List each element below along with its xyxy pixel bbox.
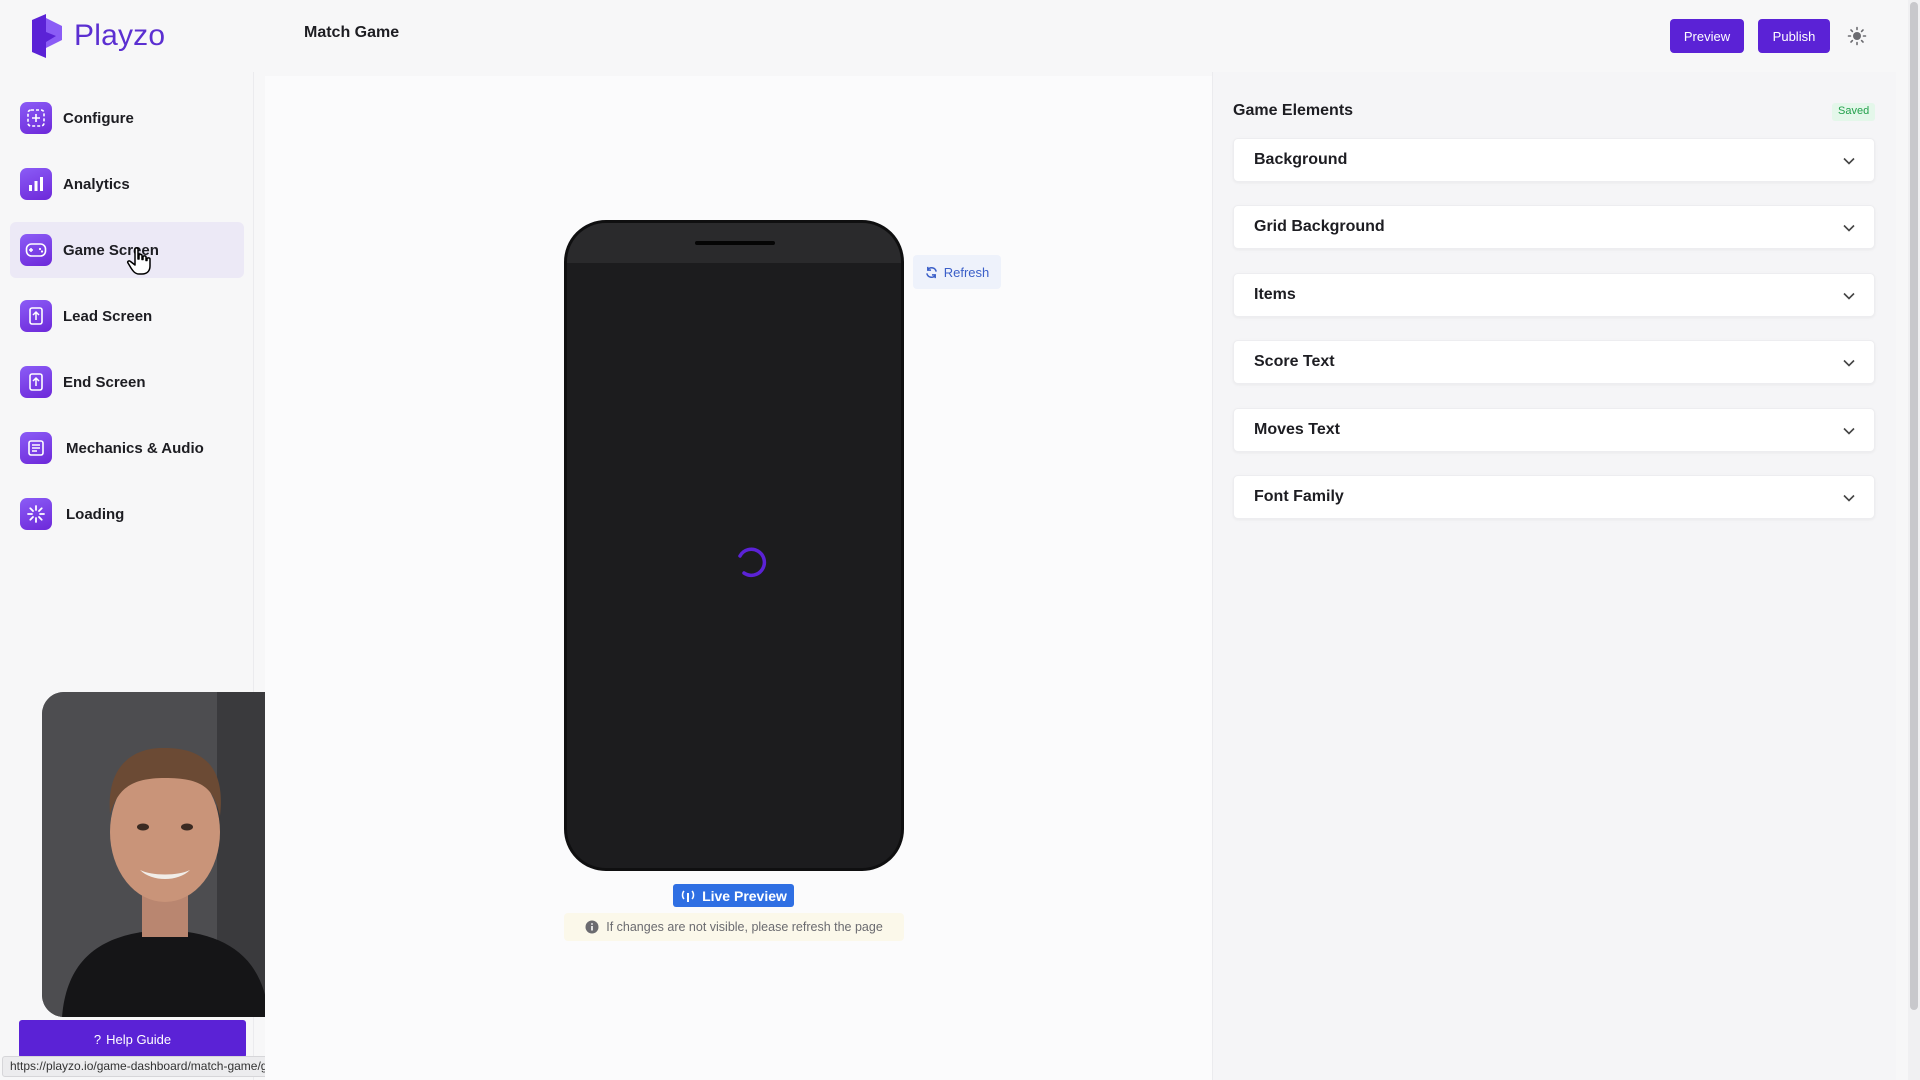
live-preview-label: Live Preview [702,887,787,904]
accordion-label: Score Text [1254,353,1335,370]
accordion-label: Items [1254,286,1296,303]
accordion-items[interactable]: Items [1233,273,1875,317]
loading-spinner-icon [738,547,767,577]
chevron-down-icon [1843,224,1855,232]
panel-title: Game Elements [1233,102,1354,119]
analytics-icon [20,168,52,200]
hand-cursor-icon [127,247,151,275]
sidebar-item-configure[interactable]: Configure [10,90,244,146]
end-screen-icon [20,366,52,398]
help-icon: ? [93,1031,102,1047]
accordion-label: Moves Text [1254,421,1340,438]
presenter-video[interactable] [42,692,289,1017]
chevron-down-icon [1843,494,1855,502]
mechanics-icon [20,432,52,464]
brand-logo[interactable]: Playzo [30,14,165,58]
accordion-background[interactable]: Background [1233,138,1875,182]
phone-notch [695,241,775,245]
live-preview-badge: Live Preview [673,884,794,907]
accordion-label: Grid Background [1254,218,1385,235]
sun-icon [1847,26,1867,46]
theme-toggle-button[interactable] [1846,25,1868,47]
sidebar-item-label: Configure [63,109,134,127]
playzo-logo-icon [32,14,62,58]
sidebar-item-label: Analytics [63,175,130,193]
game-elements-panel: Game Elements Saved Background Grid Back… [1212,72,1896,1080]
help-guide-button[interactable]: ? Help Guide [19,1020,246,1058]
lead-screen-icon [20,300,52,332]
sidebar-item-lead-screen[interactable]: Lead Screen [10,288,244,344]
page-scrollbar[interactable] [1908,0,1920,1080]
saved-status-badge: Saved [1832,103,1876,121]
chevron-down-icon [1843,427,1855,435]
configure-icon [20,102,52,134]
chevron-down-icon [1843,292,1855,300]
brand-name: Playzo [74,19,166,52]
refresh-notice-text: If changes are not visible, please refre… [606,920,883,934]
gamepad-icon [20,234,52,266]
loading-icon [20,498,52,530]
refresh-notice: If changes are not visible, please refre… [564,913,904,941]
top-bar: Playzo Match Game Preview Publish [0,0,1908,72]
sidebar-item-label: Mechanics & Audio [66,439,204,457]
publish-button[interactable]: Publish [1758,19,1830,53]
accordion-moves-text[interactable]: Moves Text [1233,408,1875,452]
accordion-grid-background[interactable]: Grid Background [1233,205,1875,249]
sidebar-item-label: Lead Screen [63,307,153,325]
sidebar-item-loading[interactable]: Loading [10,486,244,542]
accordion-font-family[interactable]: Font Family [1233,475,1875,519]
scrollbar-thumb[interactable] [1910,2,1918,1010]
sidebar-item-label: Loading [66,505,125,523]
chevron-down-icon [1843,157,1855,165]
refresh-icon [925,266,937,278]
page-title: Match Game [304,24,400,41]
info-icon [585,920,599,934]
help-guide-label: Help Guide [106,1031,172,1047]
preview-button[interactable]: Preview [1670,19,1744,53]
presenter-video-frame [42,692,289,1017]
accordion-score-text[interactable]: Score Text [1233,340,1875,384]
accordion-label: Font Family [1254,488,1344,505]
chevron-down-icon [1843,359,1855,367]
refresh-label: Refresh [943,264,990,280]
sidebar-item-label: End Screen [63,373,146,391]
sidebar-item-analytics[interactable]: Analytics [10,156,244,212]
sidebar-item-end-screen[interactable]: End Screen [10,354,244,410]
refresh-button[interactable]: Refresh [913,255,1001,289]
sidebar-item-mechanics-audio[interactable]: Mechanics & Audio [10,420,244,476]
accordion-label: Background [1254,151,1348,168]
broadcast-icon [681,889,695,902]
